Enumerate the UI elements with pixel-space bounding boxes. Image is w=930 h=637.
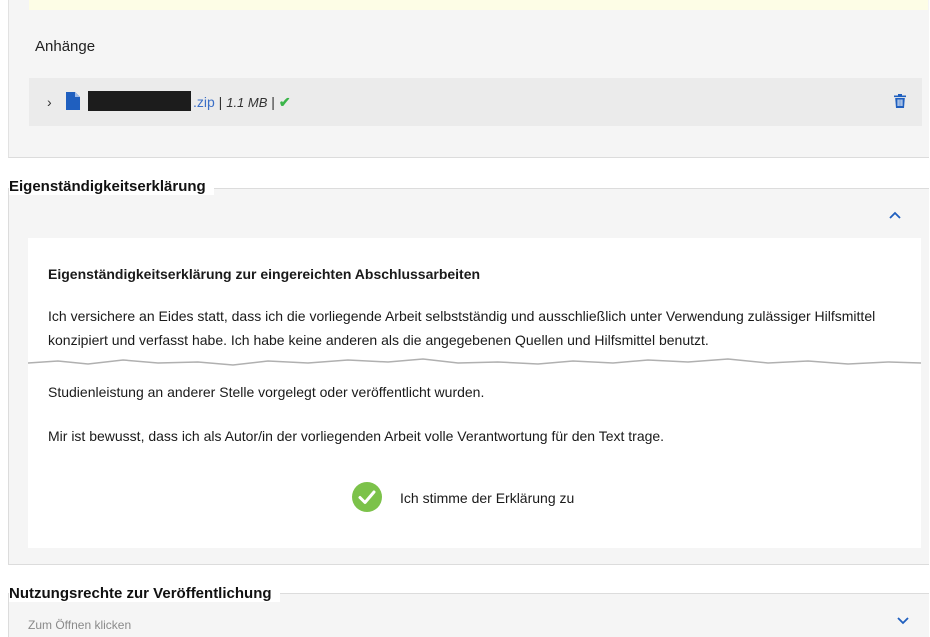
meta-separator: | [214,94,227,110]
chevron-down-icon[interactable] [896,614,910,628]
attachment-file-row[interactable]: › .zip | 1.1 MB | ✔ [29,78,922,126]
info-strip [29,0,928,10]
upload-check-icon: ✔ [278,94,291,110]
attachments-title: Anhänge [35,38,96,55]
file-extension-link[interactable]: .zip [193,94,215,110]
declaration-heading: Eigenständigkeitserklärung zur eingereic… [48,266,481,282]
agree-label[interactable]: Ich stimme der Erklärung zu [400,490,574,506]
file-size: 1.1 MB [226,95,268,110]
meta-separator: | [267,94,279,110]
declaration-paragraph: Ich versichere an Eides statt, dass ich … [48,308,876,348]
chevron-up-icon[interactable] [888,208,902,222]
declaration-section-title[interactable]: Eigenständigkeitserklärung [9,178,214,195]
open-hint[interactable]: Zum Öffnen klicken [28,618,131,632]
file-meta: .zip | 1.1 MB | ✔ [193,94,291,111]
trash-icon[interactable] [894,94,906,108]
agree-checkmark-icon[interactable] [352,482,382,512]
redacted-filename [88,91,191,111]
torn-edge-divider [28,358,921,366]
declaration-paragraph: Mir ist bewusst, dass ich als Autor/in d… [48,428,665,444]
attachments-panel: Anhänge › .zip | 1.1 MB | ✔ [8,0,929,158]
usage-rights-section-title[interactable]: Nutzungsrechte zur Veröffentlichung [9,585,280,602]
file-icon [66,92,80,110]
declaration-content: Eigenständigkeitserklärung zur eingereic… [28,238,921,548]
declaration-paragraph: Studienleistung an anderer Stelle vorgel… [48,384,485,400]
chevron-right-icon[interactable]: › [47,94,52,110]
